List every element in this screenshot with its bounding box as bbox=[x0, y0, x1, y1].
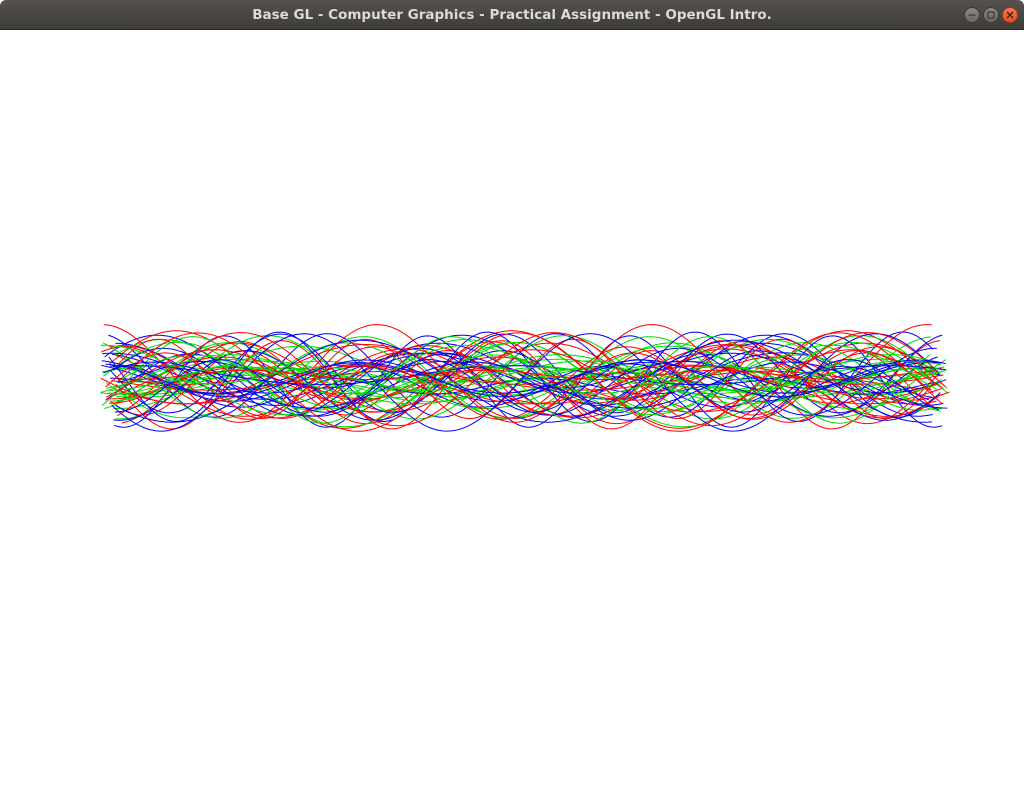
window-title: Base GL - Computer Graphics - Practical … bbox=[252, 7, 772, 23]
window-controls bbox=[964, 7, 1018, 23]
application-window: Base GL - Computer Graphics - Practical … bbox=[0, 0, 1024, 798]
maximize-button[interactable] bbox=[983, 7, 999, 23]
minimize-icon bbox=[968, 14, 976, 16]
minimize-button[interactable] bbox=[964, 7, 980, 23]
opengl-canvas[interactable] bbox=[0, 30, 1024, 798]
close-icon bbox=[1006, 11, 1014, 19]
sine-curves-render bbox=[100, 324, 950, 432]
title-bar[interactable]: Base GL - Computer Graphics - Practical … bbox=[0, 0, 1024, 30]
maximize-icon bbox=[987, 11, 995, 19]
close-button[interactable] bbox=[1002, 7, 1018, 23]
